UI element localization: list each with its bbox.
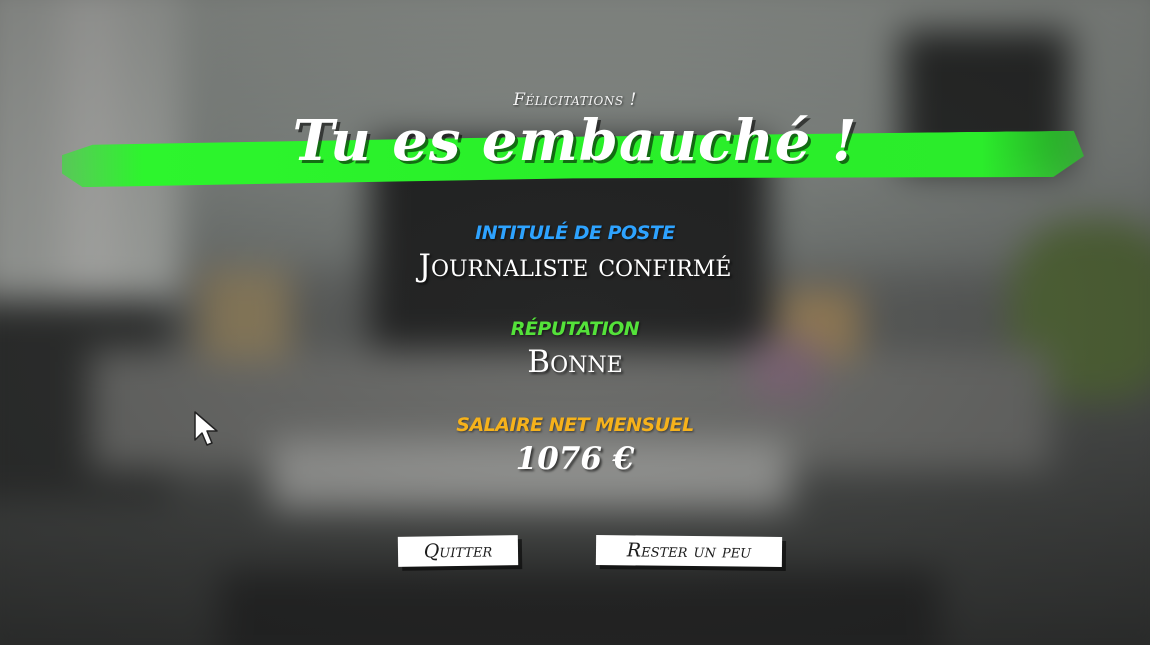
quit-button[interactable]: Quitter — [397, 535, 519, 567]
reputation-value: Bonne — [527, 344, 623, 380]
reputation-label: Réputation — [510, 318, 640, 340]
stay-button[interactable]: Rester un peu — [595, 535, 783, 567]
job-title-label: Intitulé de poste — [475, 222, 675, 244]
hired-title: Tu es embauché ! — [292, 108, 858, 174]
salary-value: 1076 € — [515, 441, 635, 477]
congrats-subtitle: Félicitations ! — [513, 90, 637, 110]
salary-label: Salaire net mensuel — [456, 414, 694, 436]
job-title-value: Journaliste confirmé — [418, 248, 732, 284]
hired-screen: Félicitations ! Tu es embauché ! Intitul… — [0, 0, 1150, 645]
arrow-cursor-icon — [194, 411, 218, 446]
